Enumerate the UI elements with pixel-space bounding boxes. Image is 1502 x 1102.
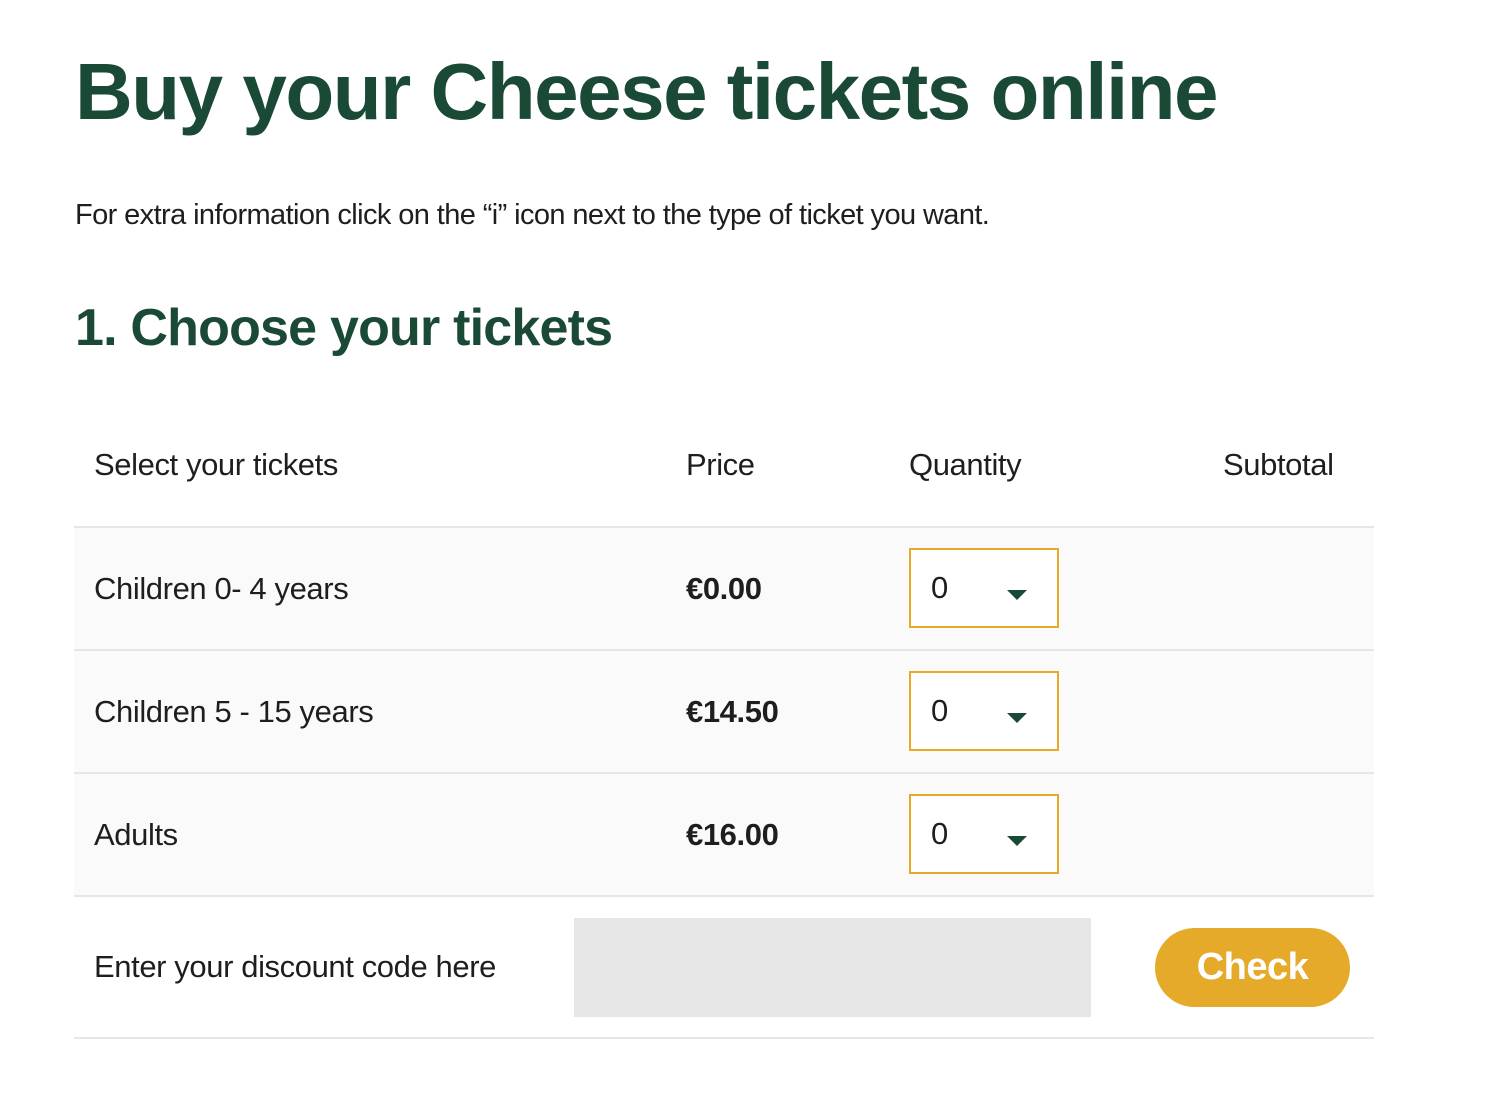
ticket-row-children-5-15: Children 5 - 15 years €14.50 0 (74, 651, 1374, 774)
ticket-price: €14.50 (686, 693, 779, 729)
check-button[interactable]: Check (1155, 928, 1350, 1007)
discount-code-label: Enter your discount code here (94, 949, 496, 984)
discount-code-input[interactable] (574, 918, 1091, 1017)
chevron-down-icon (1007, 836, 1027, 846)
ticket-row-children-0-4: Children 0- 4 years €0.00 0 (74, 528, 1374, 651)
column-header-price: Price (686, 446, 755, 482)
quantity-value: 0 (931, 816, 949, 851)
ticket-price: €0.00 (686, 570, 762, 606)
quantity-select[interactable]: 0 (909, 548, 1059, 628)
page-title: Buy your Cheese tickets online (75, 47, 1219, 136)
ticket-table: Select your tickets Price Quantity Subto… (74, 403, 1374, 1039)
ticket-price: €16.00 (686, 816, 779, 852)
table-header-row: Select your tickets Price Quantity Subto… (74, 403, 1374, 528)
ticket-row-adults: Adults €16.00 0 (74, 774, 1374, 897)
ticket-type-label: Adults (94, 816, 178, 852)
ticket-type-label: Children 0- 4 years (94, 570, 349, 606)
intro-text: For extra information click on the “i” i… (75, 199, 990, 231)
column-header-quantity: Quantity (909, 446, 1022, 482)
section-heading: 1. Choose your tickets (75, 299, 613, 357)
quantity-value: 0 (931, 570, 949, 605)
discount-row: Enter your discount code here Check (74, 897, 1374, 1039)
ticket-type-label: Children 5 - 15 years (94, 693, 374, 729)
chevron-down-icon (1007, 590, 1027, 600)
column-header-subtotal: Subtotal (1223, 446, 1334, 482)
column-header-tickets: Select your tickets (94, 446, 338, 482)
quantity-select[interactable]: 0 (909, 671, 1059, 751)
chevron-down-icon (1007, 713, 1027, 723)
ticket-purchase-page: Buy your Cheese tickets online For extra… (0, 0, 1502, 1102)
quantity-select[interactable]: 0 (909, 794, 1059, 874)
quantity-value: 0 (931, 693, 949, 728)
